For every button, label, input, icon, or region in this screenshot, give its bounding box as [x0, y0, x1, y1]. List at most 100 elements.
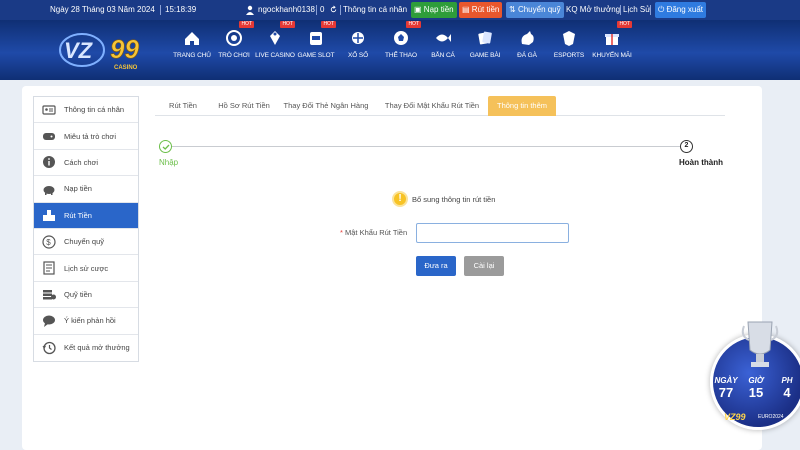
svg-text:VZ: VZ	[64, 38, 94, 63]
sidebar-item-withdraw[interactable]: Rút Tiền	[34, 202, 138, 229]
divider	[316, 5, 317, 15]
nav-item-lottery[interactable]: XỔ SỐ	[336, 26, 380, 76]
nav-item-home[interactable]: TRANG CHỦ	[170, 26, 214, 76]
stepper-line	[172, 146, 680, 147]
sidebar-item-label: Rút Tiền	[64, 210, 92, 220]
nav-label: GAME SLOT	[297, 52, 335, 59]
sidebar-item-label: Miêu tả trò chơi	[64, 131, 117, 141]
promo-event: EURO2024	[758, 414, 784, 420]
step-1-label: Nhập	[159, 158, 179, 167]
current-time: 15:18:39	[165, 5, 197, 14]
brand-logo[interactable]: VZ 99 CASINO	[58, 28, 168, 74]
tab-withdraw-history[interactable]: Hồ Sơ Rút Tiền	[211, 96, 277, 116]
withdraw-password-input[interactable]	[416, 223, 569, 243]
piggy-bank-icon	[43, 185, 55, 195]
divider	[160, 5, 161, 15]
nav-label: ESPORTS	[553, 52, 585, 59]
nav-label: XỔ SỐ	[347, 52, 369, 59]
withdraw-icon: ▤	[462, 5, 470, 14]
nav-item-gift[interactable]: KHUYẾN MÃI HOT	[590, 21, 634, 76]
results-link[interactable]: KQ Mở thưởng	[566, 0, 620, 20]
username[interactable]: ngockhanh0138	[258, 0, 315, 20]
current-date: Ngày 28 Tháng 03 Năm 2024	[50, 5, 155, 14]
refresh-icon[interactable]	[329, 0, 338, 20]
divider	[340, 5, 341, 15]
nav-item-slot[interactable]: GAME SLOT HOT	[294, 21, 338, 76]
logout-label: Đăng xuất	[666, 5, 704, 14]
divider	[650, 5, 651, 15]
logout-button[interactable]: ⏻ Đăng xuất	[655, 2, 707, 18]
password-label-text: Mật Khẩu Rút Tiền	[345, 228, 408, 237]
transfer-label: Chuyển quỹ	[517, 5, 561, 14]
transfer-icon: ⇅	[509, 5, 516, 14]
tab-change-withdraw-password[interactable]: Thay Đổi Mật Khẩu Rút Tiền	[382, 96, 482, 116]
withdraw-tabs: Rút Tiền Hồ Sơ Rút Tiền Thay Đổi Thẻ Ngâ…	[155, 96, 725, 116]
nav-label: TRÒ CHƠI	[218, 52, 250, 59]
lottery-icon	[352, 32, 364, 44]
nav-label: TRANG CHỦ	[173, 52, 211, 59]
sidebar-item-dollar[interactable]: $ Chuyển quỹ	[34, 229, 138, 256]
sidebar-item-label: Thông tin cá nhân	[64, 105, 125, 115]
promo-brand: VZ99	[724, 412, 746, 422]
sidebar-item-piggy-bank[interactable]: Nạp tiền	[34, 176, 138, 203]
nav-label: BẮN CÁ	[431, 52, 455, 59]
nav-item-sports[interactable]: THỂ THAO HOT	[379, 21, 423, 76]
nav-item-rooster[interactable]: ĐÁ GÀ	[505, 26, 549, 76]
hot-badge: HOT	[239, 21, 254, 28]
sidebar-item-label: Chuyển quỹ	[64, 237, 105, 247]
days-label: NGÀY	[714, 376, 738, 385]
nav-label: ĐÁ GÀ	[517, 52, 537, 59]
fish-icon	[436, 34, 451, 42]
cards-icon	[478, 31, 492, 45]
sidebar-item-chat[interactable]: Ý kiến phản hồi	[34, 308, 138, 335]
info-icon	[43, 156, 55, 169]
sidebar-item-coins[interactable]: Quỹ tiền	[34, 282, 138, 309]
hot-badge: HOT	[617, 21, 632, 28]
svg-text:CASINO: CASINO	[114, 65, 138, 71]
reset-button[interactable]: Cài lại	[464, 256, 504, 276]
tab-withdraw[interactable]: Rút Tiền	[163, 96, 203, 116]
countdown-third: PH 4	[774, 376, 800, 400]
euro-countdown-badge[interactable]: NGÀY 77 GIỜ 15 PH 4 VZ99 EURO2024	[706, 320, 800, 450]
sidebar-item-clock-history[interactable]: Kết quả mở thưởng	[34, 335, 138, 361]
nav-item-fish[interactable]: BẮN CÁ	[421, 26, 465, 76]
third-value: 4	[783, 385, 791, 400]
gift-icon	[605, 34, 619, 45]
chat-icon	[43, 315, 55, 327]
tab-more-info[interactable]: Thông tin thêm	[488, 96, 556, 116]
transfer-button[interactable]: ⇅ Chuyển quỹ	[506, 2, 564, 18]
nav-label: GAME BÀI	[469, 52, 501, 59]
esports-icon	[563, 31, 575, 46]
nav-item-esports[interactable]: ESPORTS	[547, 26, 591, 76]
deposit-icon: ▣	[414, 5, 422, 14]
svg-text:99: 99	[110, 34, 139, 64]
sidebar-item-label: Nạp tiền	[64, 184, 92, 194]
sports-icon	[394, 31, 408, 45]
id-card-icon	[42, 105, 56, 115]
sidebar-item-info[interactable]: Cách chơi	[34, 150, 138, 177]
hot-badge: HOT	[321, 21, 336, 28]
third-label: PH	[781, 376, 793, 385]
sidebar-item-gamepad[interactable]: Miêu tả trò chơi	[34, 123, 138, 150]
nav-item-games[interactable]: TRÒ CHƠI HOT	[212, 21, 256, 76]
home-icon	[185, 32, 199, 45]
nav-item-casino[interactable]: LIVE CASINO HOT	[253, 21, 297, 76]
warning-icon: !	[392, 191, 408, 207]
step-done-icon	[159, 140, 172, 153]
sidebar-item-label: Quỹ tiền	[64, 289, 92, 299]
withdraw-button[interactable]: ▤ Rút tiền	[459, 2, 503, 18]
balance: 0	[320, 5, 325, 14]
tab-change-bank-card[interactable]: Thay Đổi Thẻ Ngân Hàng	[282, 96, 370, 116]
sidebar-item-label: Lịch sử cược	[64, 263, 109, 273]
submit-button[interactable]: Đưa ra	[416, 256, 456, 276]
notice-text: Bổ sung thông tin rút tiền	[412, 194, 496, 204]
required-mark: *	[340, 228, 343, 237]
notice: ! Bổ sung thông tin rút tiền	[392, 190, 495, 208]
sidebar-item-id-card[interactable]: Thông tin cá nhân	[34, 97, 138, 124]
sidebar-item-history-list[interactable]: Lịch sử cược	[34, 255, 138, 282]
account-info-link[interactable]: Thông tin cá nhân	[343, 0, 407, 20]
user-icon	[245, 0, 255, 20]
nav-item-cards[interactable]: GAME BÀI	[463, 26, 507, 76]
deposit-button[interactable]: ▣ Nạp tiền	[411, 2, 457, 18]
history-link[interactable]: Lịch Sử	[623, 0, 651, 20]
